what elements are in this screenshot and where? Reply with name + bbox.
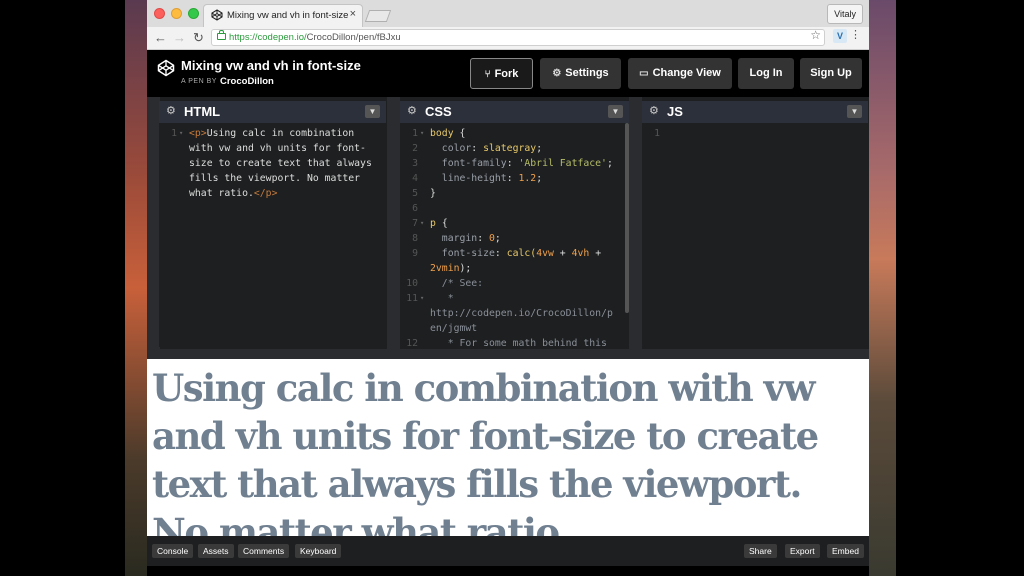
js-pane-title: JS	[667, 104, 683, 119]
title-bar: Mixing vw and vh in font-size × Vitaly	[147, 0, 869, 28]
js-code-editor[interactable]: 1	[642, 123, 868, 347]
fork-icon: ⑂	[484, 69, 491, 80]
console-button[interactable]: Console	[152, 544, 194, 558]
html-settings-gear-icon[interactable]: ⚙	[166, 106, 177, 117]
js-settings-gear-icon[interactable]: ⚙	[649, 106, 660, 117]
lock-icon	[217, 30, 226, 40]
url-text: https://codepen.io/CrocoDillon/pen/fBJxu	[229, 32, 401, 43]
editor-resizer-html-css[interactable]	[387, 97, 400, 349]
html-pane-title: HTML	[184, 104, 221, 119]
forward-arrow-icon[interactable]: →	[173, 29, 186, 47]
desktop-wallpaper-right	[869, 0, 896, 576]
browser-menu-icon[interactable]: ⋮	[850, 28, 861, 41]
html-code-text: <p>Using calc in combination with vw and…	[189, 128, 372, 199]
css-pane-header: ⚙ CSS ▼	[400, 101, 629, 123]
gear-icon: ⚙	[552, 68, 562, 79]
assets-button[interactable]: Assets	[198, 544, 234, 558]
keyboard-button[interactable]: Keyboard	[295, 544, 342, 558]
share-button[interactable]: Share	[744, 544, 777, 558]
pen-by-label: A PEN BY	[181, 78, 217, 85]
js-pane-header: ⚙ JS ▼	[642, 101, 868, 123]
pen-author-link[interactable]: CrocoDillon	[220, 76, 274, 87]
tab-title: Mixing vw and vh in font-size	[227, 10, 349, 21]
js-pane-chevron-down-icon[interactable]: ▼	[847, 105, 862, 118]
browser-tab[interactable]: Mixing vw and vh in font-size ×	[203, 4, 363, 27]
address-bar[interactable]: https://codepen.io/CrocoDillon/pen/fBJxu	[211, 29, 825, 46]
login-button[interactable]: Log In	[738, 58, 794, 89]
html-editor-pane: ⚙ HTML ▼ 1 ▾ <p>Using calc in combination…	[159, 101, 386, 347]
pen-title: Mixing vw and vh in font-size	[181, 58, 361, 73]
codepen-favicon-icon	[211, 9, 223, 21]
codepen-header: Mixing vw and vh in font-size A PEN BY C…	[147, 50, 869, 97]
css-editor-pane: ⚙ CSS ▼ 1 ▾ body { 2 color: slategray; 3 f…	[400, 101, 629, 347]
comments-button[interactable]: Comments	[238, 544, 290, 558]
signup-button[interactable]: Sign Up	[800, 58, 862, 89]
css-pane-title: CSS	[425, 104, 452, 119]
close-window-button[interactable]	[154, 8, 165, 19]
extension-icon[interactable]: V	[833, 29, 847, 43]
reload-icon[interactable]: ↻	[193, 29, 204, 47]
bookmark-star-icon[interactable]: ☆	[810, 28, 821, 42]
layout-icon: ▭	[639, 68, 649, 79]
js-editor-pane: ⚙ JS ▼ 1	[642, 101, 868, 347]
export-button[interactable]: Export	[785, 544, 820, 558]
profile-button[interactable]: Vitaly	[827, 4, 863, 24]
editor-resizer-css-js[interactable]	[629, 97, 642, 349]
letterbox-right	[899, 0, 1024, 576]
css-code-editor[interactable]: 1 ▾ body { 2 color: slategray; 3 font-fami…	[400, 123, 629, 347]
embed-button[interactable]: Embed	[827, 544, 864, 558]
desktop-wallpaper-left	[125, 0, 147, 576]
editor-footer: Console Assets Comments Keyboard Share E…	[147, 536, 869, 566]
browser-toolbar: ← → ↻ https://codepen.io/CrocoDillon/pen…	[147, 27, 869, 50]
result-preview: Using calc in combination with vw and vh…	[147, 349, 869, 536]
editors-area: ⚙ HTML ▼ 1 ▾ <p>Using calc in combination…	[147, 97, 869, 349]
letterbox-left	[0, 0, 125, 576]
css-settings-gear-icon[interactable]: ⚙	[407, 106, 418, 117]
codepen-logo-icon[interactable]	[157, 59, 175, 77]
browser-window: Mixing vw and vh in font-size × Vitaly ←…	[147, 0, 869, 566]
preview-paragraph: Using calc in combination with vw and vh…	[152, 366, 819, 536]
new-tab-button[interactable]	[364, 10, 392, 22]
tab-close-icon[interactable]: ×	[350, 8, 356, 20]
change-view-button[interactable]: ▭ Change View	[628, 58, 732, 89]
html-code-editor[interactable]: 1 ▾ <p>Using calc in combination with vw …	[159, 123, 386, 347]
minimize-window-button[interactable]	[171, 8, 182, 19]
css-pane-chevron-down-icon[interactable]: ▼	[608, 105, 623, 118]
fork-button[interactable]: ⑂ Fork	[470, 58, 533, 89]
back-arrow-icon[interactable]: ←	[154, 29, 167, 47]
settings-button[interactable]: ⚙ Settings	[540, 58, 621, 89]
maximize-window-button[interactable]	[188, 8, 199, 19]
html-pane-header: ⚙ HTML ▼	[159, 101, 386, 123]
html-pane-chevron-down-icon[interactable]: ▼	[365, 105, 380, 118]
